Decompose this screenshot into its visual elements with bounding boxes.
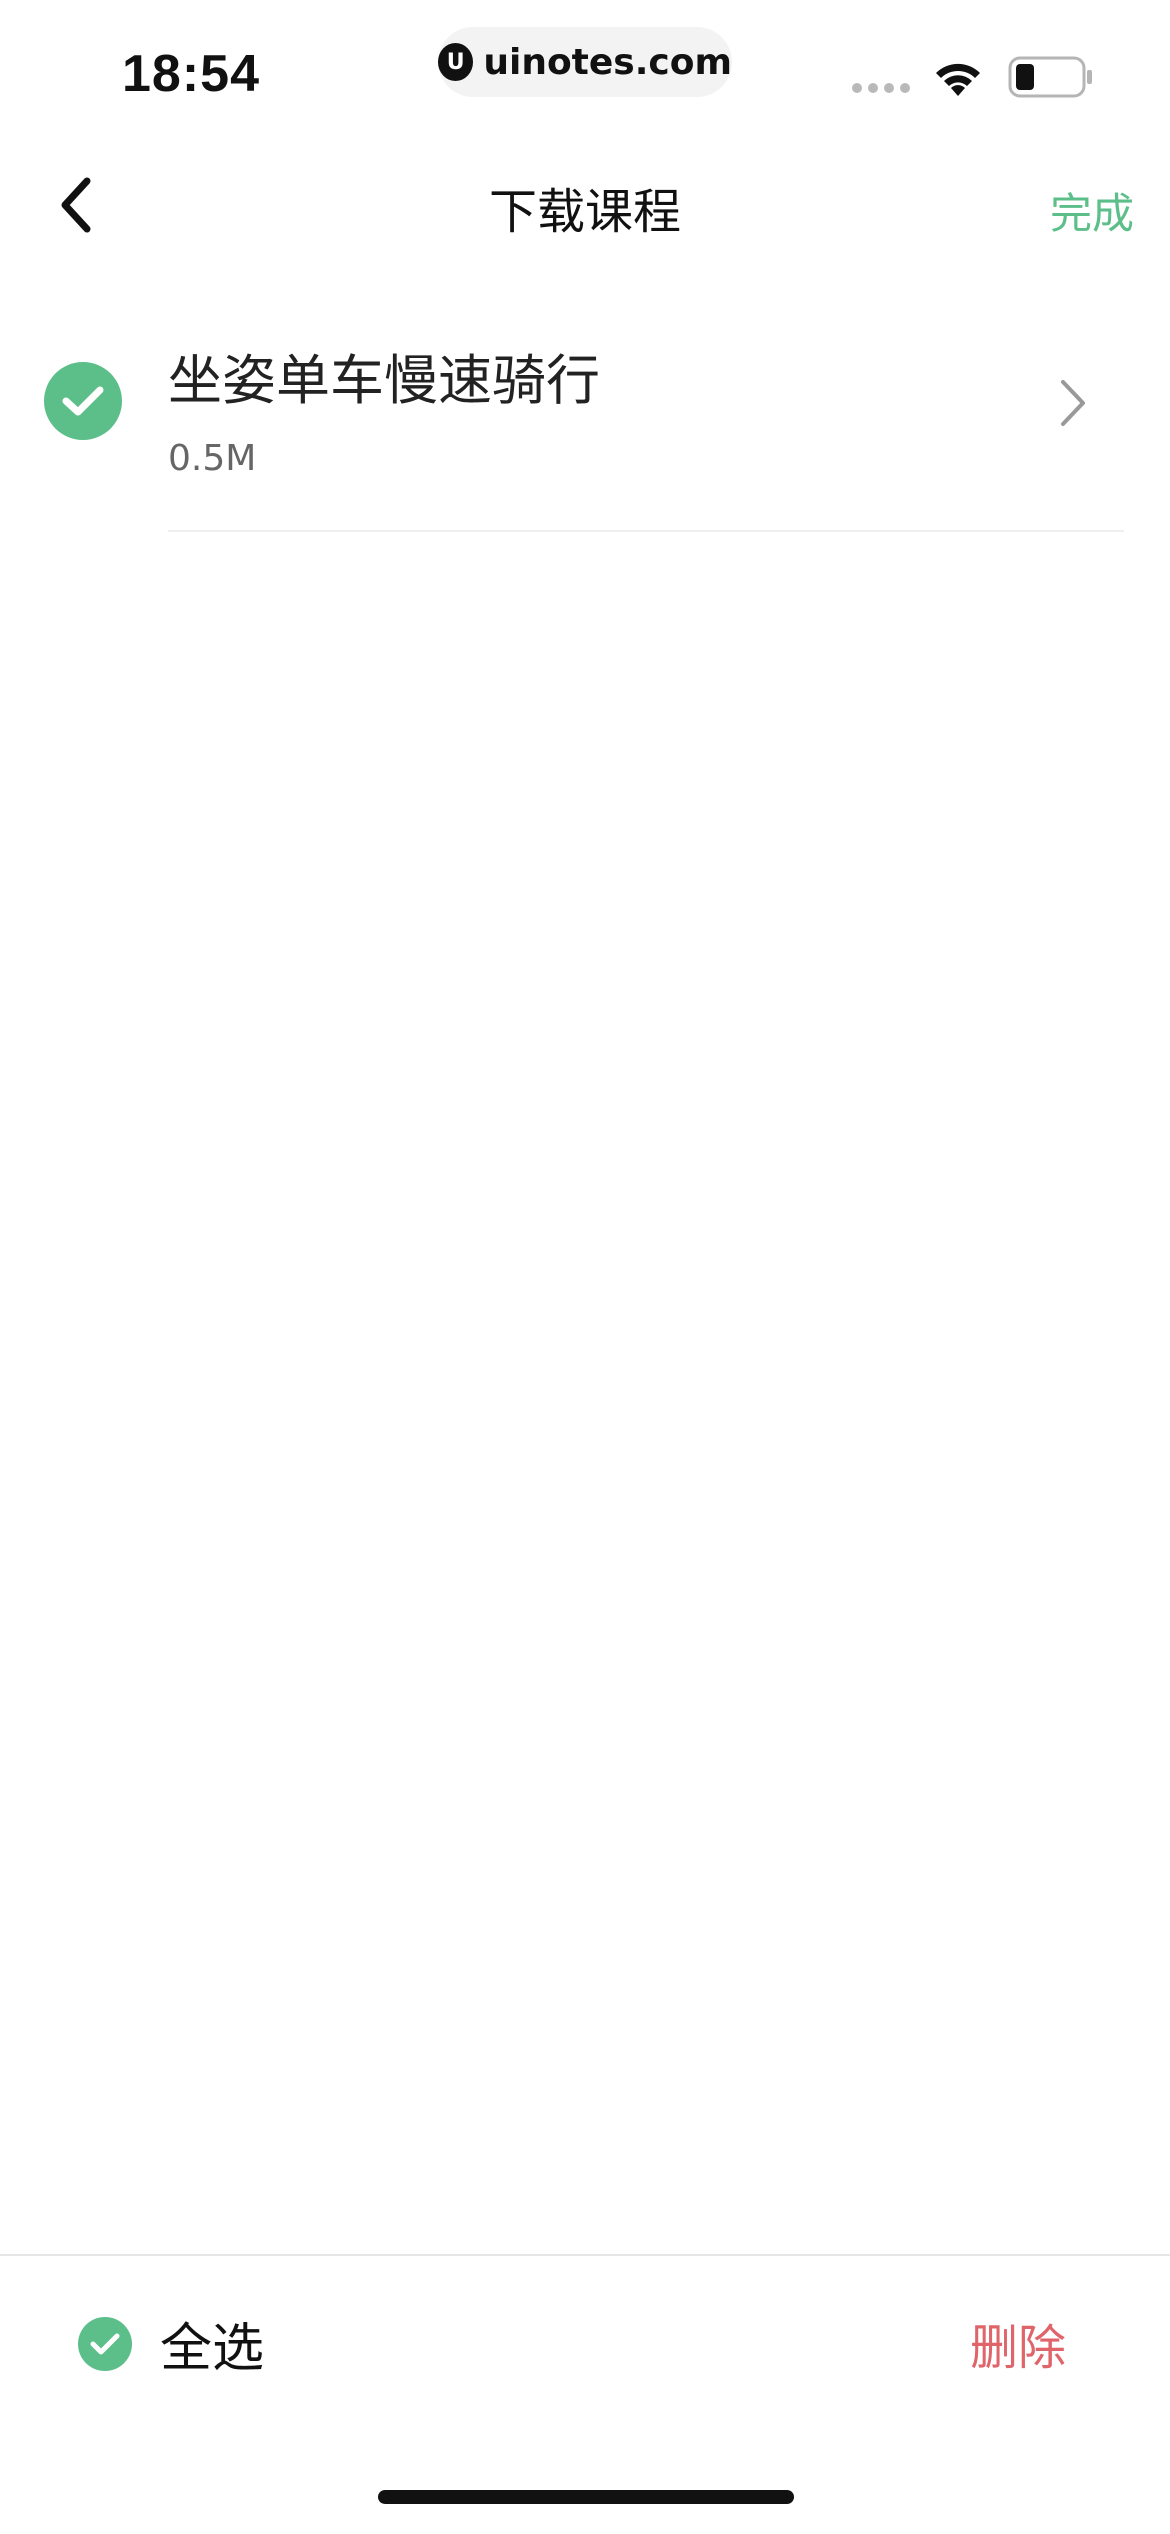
course-title: 坐姿单车慢速骑行 bbox=[168, 349, 600, 412]
checkmark-icon bbox=[90, 2333, 120, 2354]
chevron-right-icon bbox=[1061, 380, 1085, 426]
battery-icon bbox=[1008, 56, 1092, 98]
watermark-text: uinotes.com bbox=[483, 41, 732, 83]
item-selected-checkbox[interactable] bbox=[44, 362, 122, 440]
page-title: 下载课程 bbox=[488, 184, 681, 240]
select-all-checkbox[interactable] bbox=[78, 2316, 132, 2371]
select-all-button[interactable]: 全选 bbox=[78, 2306, 264, 2381]
checkmark-icon bbox=[62, 386, 104, 416]
signal-dots-icon bbox=[852, 83, 910, 93]
home-indicator[interactable] bbox=[378, 2490, 794, 2504]
watermark-logo-icon: U bbox=[438, 43, 474, 81]
watermark-badge: U uinotes.com bbox=[438, 27, 732, 97]
wifi-icon bbox=[936, 63, 980, 96]
list-item[interactable]: 坐姿单车慢速骑行 0.5M bbox=[0, 310, 1170, 532]
delete-button[interactable]: 删除 bbox=[970, 2308, 1066, 2378]
divider bbox=[168, 530, 1124, 532]
select-all-label: 全选 bbox=[160, 2319, 265, 2379]
status-time: 18:54 bbox=[122, 45, 260, 103]
course-size: 0.5M bbox=[168, 438, 257, 479]
done-button[interactable]: 完成 bbox=[1050, 180, 1134, 241]
